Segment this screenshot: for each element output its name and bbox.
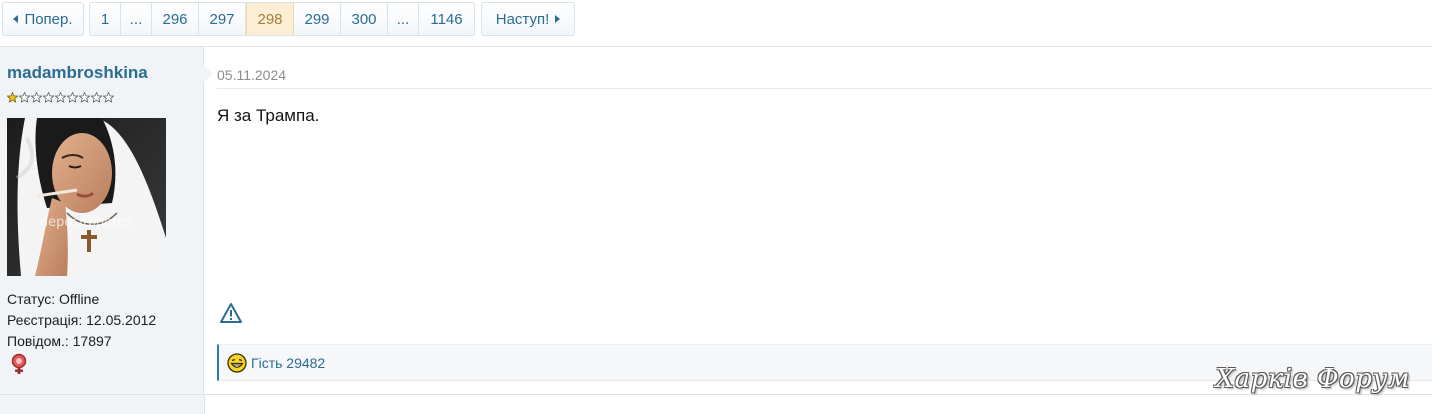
star-empty-icon [43, 92, 54, 103]
author-username[interactable]: madambroshkina [7, 63, 148, 83]
prev-page-label: Попер. [24, 10, 73, 28]
female-gender-icon [11, 353, 27, 374]
prev-page-button[interactable]: Попер. [2, 2, 84, 36]
page-link-299[interactable]: 299 [294, 3, 341, 35]
star-empty-icon [19, 92, 30, 103]
star-empty-icon [67, 92, 78, 103]
author-avatar[interactable]: depositphotos [7, 118, 166, 276]
post-message: Я за Трампа. [217, 106, 320, 125]
next-page-button[interactable]: Наступ! [481, 2, 575, 36]
pagination: Попер. 1 ... 296 297 298 299 300 ... 114… [0, 0, 1432, 46]
next-post-edge [0, 394, 1432, 414]
chevron-left-icon [13, 15, 19, 23]
svg-text:depositphotos: depositphotos [40, 215, 132, 230]
likes-user-link[interactable]: Гість 29482 [251, 355, 325, 371]
forum-thread-page: Попер. 1 ... 296 297 298 299 300 ... 114… [0, 0, 1432, 414]
page-link-1[interactable]: 1 [90, 3, 121, 35]
star-empty-icon [79, 92, 90, 103]
star-filled-icon [7, 92, 18, 103]
post-body: 05.11.2024 Я за Трампа. Гість 29482 [203, 47, 1432, 394]
page-ellipsis-end[interactable]: ... [388, 3, 419, 35]
star-empty-icon [31, 92, 42, 103]
chevron-right-icon [555, 15, 561, 23]
post-date: 05.11.2024 [217, 67, 287, 83]
author-status: Статус: Offline [7, 291, 100, 307]
page-link-last[interactable]: 1146 [419, 3, 474, 35]
author-registration-date: Реєстрація: 12.05.2012 [7, 312, 157, 328]
star-empty-icon [55, 92, 66, 103]
page-link-300[interactable]: 300 [341, 3, 388, 35]
page-link-296[interactable]: 296 [152, 3, 199, 35]
star-empty-icon [91, 92, 102, 103]
warning-triangle-icon[interactable] [219, 302, 243, 324]
post-pointer [203, 65, 213, 83]
page-link-current[interactable]: 298 [246, 3, 294, 35]
star-empty-icon [103, 92, 114, 103]
avatar-image: depositphotos [7, 118, 166, 276]
page-ellipsis-start[interactable]: ... [121, 3, 152, 35]
forum-post: madambroshkina depositphotos Статус: Off… [0, 46, 1432, 394]
page-link-297[interactable]: 297 [199, 3, 246, 35]
next-page-label: Наступ! [495, 10, 550, 28]
author-post-count: Повідом.: 17897 [7, 333, 112, 349]
laughing-smiley-icon [227, 352, 247, 373]
site-watermark: Харків Форум [1215, 364, 1410, 394]
post-header-divider [217, 88, 1432, 89]
post-author-panel: madambroshkina depositphotos Статус: Off… [0, 47, 204, 394]
rank-stars [7, 92, 114, 103]
page-links: 1 ... 296 297 298 299 300 ... 1146 [89, 2, 475, 36]
next-post-body-edge [204, 395, 1432, 414]
